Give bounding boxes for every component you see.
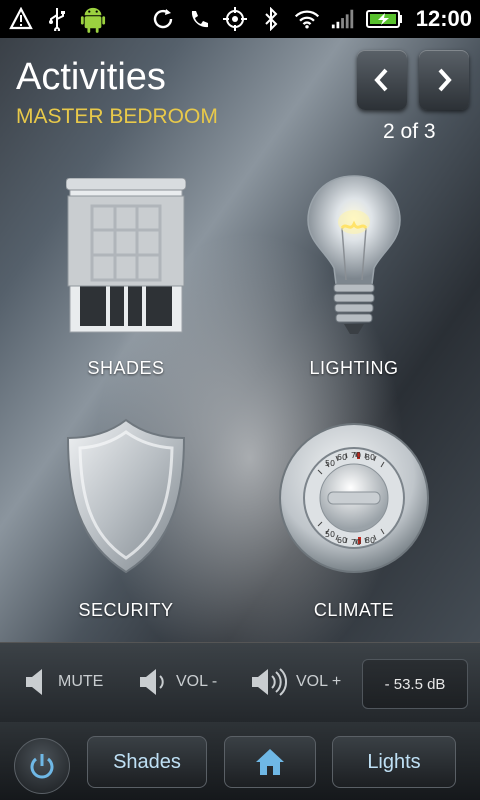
tile-security-label: SECURITY — [78, 600, 174, 620]
gps-icon — [222, 6, 248, 32]
wifi-icon — [294, 6, 320, 32]
shades-button[interactable]: Shades — [87, 736, 207, 788]
thermostat-tick-top-60: 60 — [337, 453, 347, 462]
lights-button[interactable]: Lights — [332, 736, 456, 788]
tile-shades[interactable]: SHADES — [26, 170, 226, 400]
sync-icon — [150, 6, 176, 32]
tile-security[interactable]: SECURITY — [26, 412, 226, 642]
power-icon — [30, 754, 54, 779]
signal-icon — [330, 6, 356, 32]
tile-climate[interactable]: 50 60 70 80 50 60 70 80 CLIMATE — [254, 412, 454, 642]
window-shade-icon — [66, 178, 186, 333]
volume-bar: MUTE VOL - VOL + - 53.5 dB — [0, 642, 480, 724]
chevron-right-icon — [438, 68, 452, 92]
tile-shades-label: SHADES — [87, 358, 165, 378]
page-indicator: 2 of 3 — [383, 120, 436, 143]
volume-level-display: - 53.5 dB — [362, 659, 468, 709]
alert-icon — [8, 6, 34, 32]
status-bar: 12:00 — [0, 0, 480, 38]
next-page-button[interactable] — [419, 50, 469, 110]
tile-climate-label: CLIMATE — [313, 600, 395, 620]
usb-icon — [44, 6, 70, 32]
bottom-bar: Shades Lights — [0, 722, 480, 800]
android-icon — [80, 6, 106, 33]
lightbulb-icon — [307, 175, 401, 334]
volume-down-label: VOL - — [176, 673, 218, 690]
thermostat-tick-top-70: 70 — [351, 451, 361, 460]
volume-up-button[interactable]: VOL + — [250, 667, 341, 697]
tile-lighting-label: LIGHTING — [309, 358, 399, 378]
home-icon — [256, 749, 284, 775]
thermostat-tick-bottom-80: 80 — [365, 536, 375, 545]
bluetooth-icon — [258, 6, 284, 32]
chevron-left-icon — [374, 68, 388, 92]
mute-label: MUTE — [58, 673, 104, 690]
shield-icon — [66, 418, 186, 574]
volume-up-label[interactable]: VOL + — [296, 673, 341, 691]
thermostat-tick-top-80: 80 — [365, 453, 375, 462]
activities-panel: Activities MASTER BEDROOM 2 of 3 SHADES — [0, 38, 480, 642]
thermostat-tick-bottom-50: 50 — [325, 530, 335, 539]
speaker-low-icon — [140, 669, 164, 695]
call-icon — [186, 6, 212, 32]
mute-button[interactable]: MUTE — [24, 667, 103, 697]
page-title: Activities — [16, 56, 166, 98]
thermostat-icon: 50 60 70 80 50 60 70 80 — [279, 423, 429, 573]
speaker-high-icon — [252, 668, 287, 696]
room-name: MASTER BEDROOM — [16, 105, 218, 128]
speaker-mute-icon — [26, 669, 42, 695]
power-button[interactable] — [14, 738, 70, 794]
status-clock: 12:00 — [415, 6, 472, 31]
home-button[interactable] — [224, 736, 316, 788]
tile-lighting[interactable]: LIGHTING — [254, 170, 454, 400]
thermostat-tick-top-50: 50 — [325, 459, 335, 468]
thermostat-tick-bottom-60: 60 — [337, 536, 347, 545]
volume-down-button[interactable]: VOL - — [138, 667, 217, 697]
previous-page-button[interactable] — [357, 50, 407, 110]
thermostat-tick-bottom-70: 70 — [351, 538, 361, 547]
battery-charging-icon — [365, 6, 404, 32]
